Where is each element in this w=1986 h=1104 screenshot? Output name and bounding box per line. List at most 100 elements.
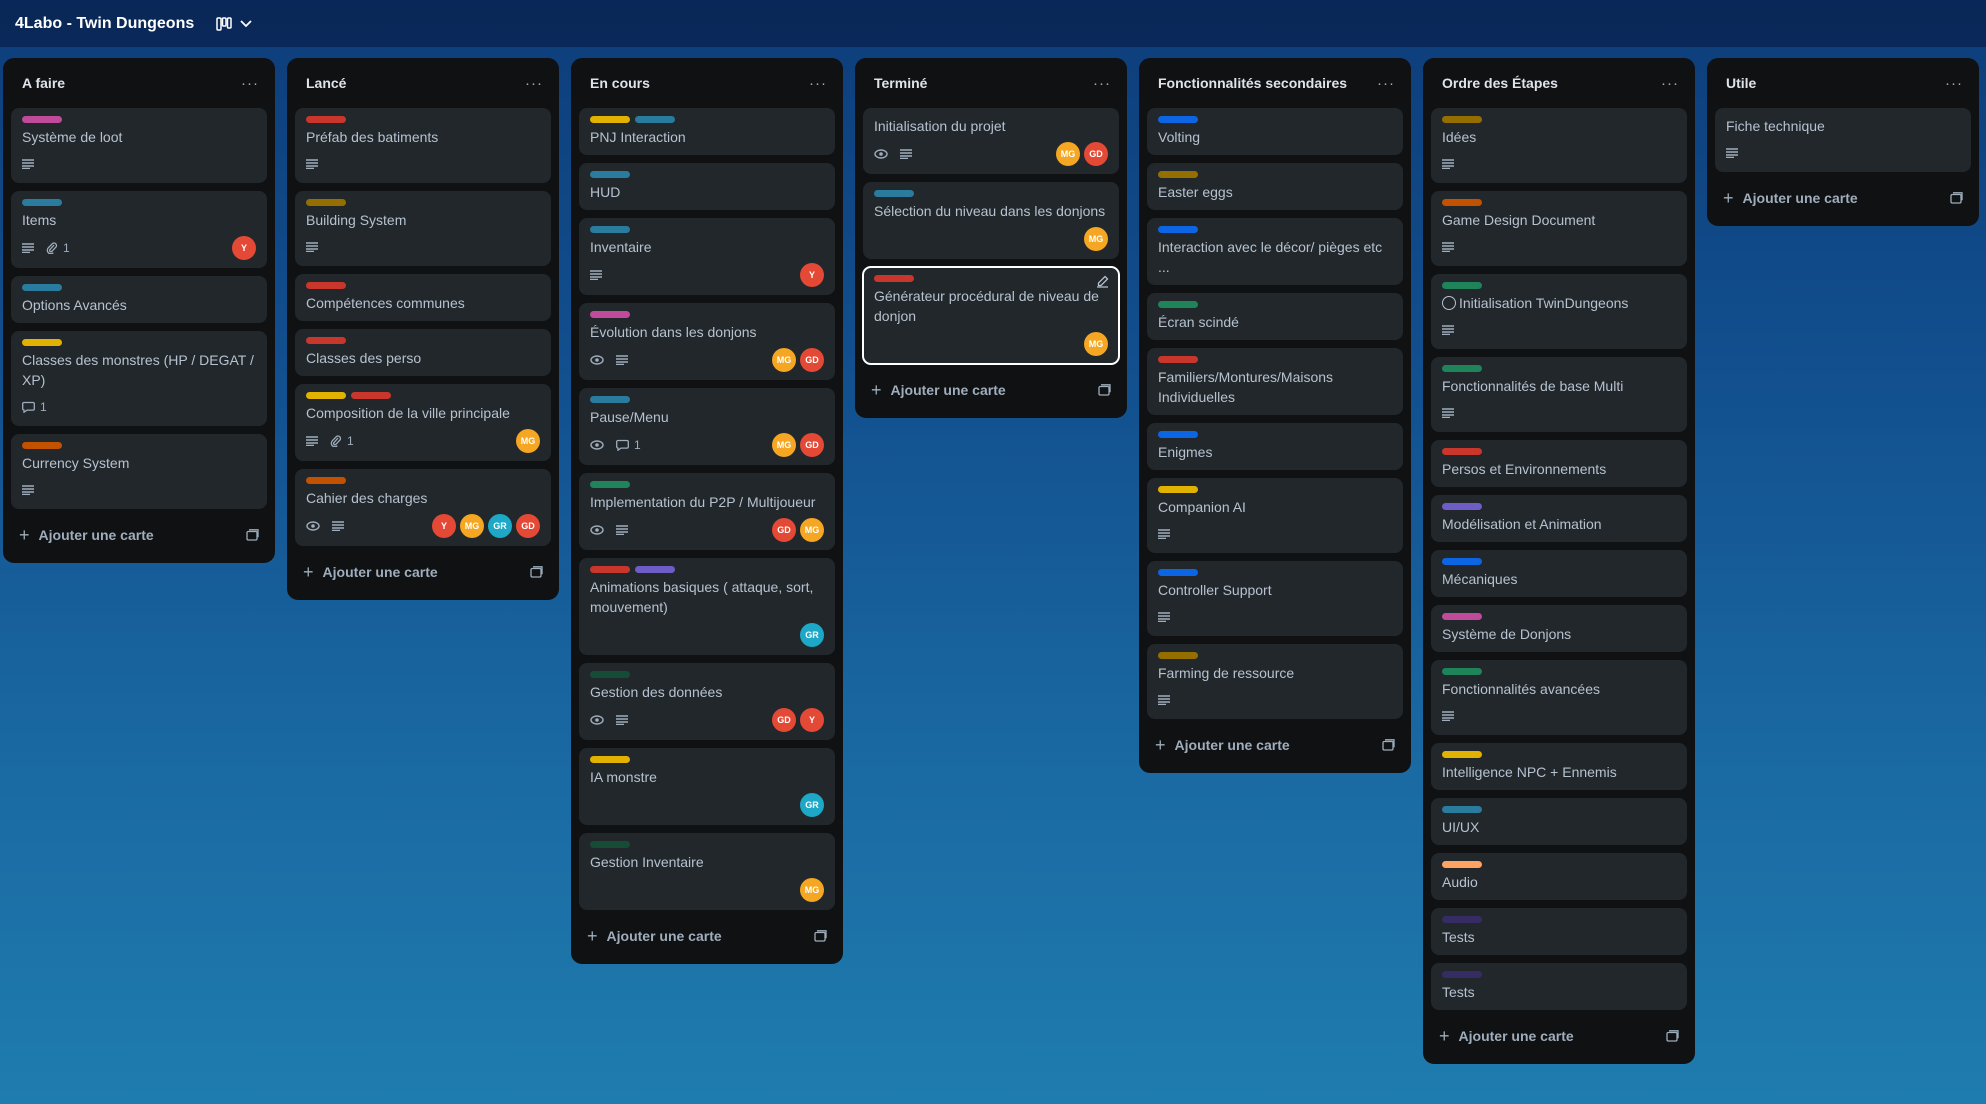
- card[interactable]: Currency System: [11, 434, 267, 509]
- card[interactable]: IA monstre GR: [579, 748, 835, 825]
- card-label[interactable]: [590, 396, 630, 403]
- card-label[interactable]: [1158, 486, 1198, 493]
- card-label[interactable]: [306, 116, 346, 123]
- add-card-button[interactable]: + Ajouter une carte: [295, 554, 551, 590]
- card[interactable]: Familiers/Montures/Maisons Individuelles: [1147, 348, 1403, 415]
- more-options-icon[interactable]: ···: [241, 76, 259, 91]
- card-label[interactable]: [590, 671, 630, 678]
- card[interactable]: Classes des perso: [295, 329, 551, 376]
- card[interactable]: Modélisation et Animation: [1431, 495, 1687, 542]
- add-card-button[interactable]: + Ajouter une carte: [579, 918, 835, 954]
- card-label[interactable]: [635, 566, 675, 573]
- avatar[interactable]: MG: [516, 429, 540, 453]
- card[interactable]: Évolution dans les donjons MG GD: [579, 303, 835, 380]
- more-options-icon[interactable]: ···: [525, 76, 543, 91]
- card[interactable]: Fonctionnalités avancées: [1431, 660, 1687, 735]
- avatar[interactable]: Y: [232, 236, 256, 260]
- add-card-button[interactable]: + Ajouter une carte: [1715, 180, 1971, 216]
- card-label[interactable]: [306, 337, 346, 344]
- card[interactable]: Building System: [295, 191, 551, 266]
- card[interactable]: Companion AI: [1147, 478, 1403, 553]
- card[interactable]: Initialisation du projet MG GD: [863, 108, 1119, 174]
- card-label[interactable]: [1442, 806, 1482, 813]
- card[interactable]: Persos et Environnements: [1431, 440, 1687, 487]
- card-label[interactable]: [351, 392, 391, 399]
- card[interactable]: Implementation du P2P / Multijoueur GD MG: [579, 473, 835, 550]
- card-template-icon[interactable]: [530, 566, 543, 578]
- card[interactable]: Farming de ressource: [1147, 644, 1403, 719]
- card[interactable]: Easter eggs: [1147, 163, 1403, 210]
- add-card-button[interactable]: + Ajouter une carte: [1431, 1018, 1687, 1054]
- list-title[interactable]: A faire: [22, 75, 65, 91]
- avatar[interactable]: MG: [1056, 142, 1080, 166]
- avatar[interactable]: GD: [772, 518, 796, 542]
- card[interactable]: Générateur procédural de niveau de donjo…: [862, 266, 1120, 365]
- card[interactable]: Mécaniques: [1431, 550, 1687, 597]
- list[interactable]: Fonctionnalités secondaires ··· Volting Eas…: [1139, 58, 1411, 773]
- avatar[interactable]: GD: [772, 708, 796, 732]
- card-label[interactable]: [1442, 971, 1482, 978]
- card-label[interactable]: [1158, 116, 1198, 123]
- card-label[interactable]: [22, 339, 62, 346]
- avatar[interactable]: MG: [800, 518, 824, 542]
- card-label[interactable]: [1158, 652, 1198, 659]
- card-label[interactable]: [1442, 116, 1482, 123]
- card[interactable]: Tests: [1431, 908, 1687, 955]
- card[interactable]: Tests: [1431, 963, 1687, 1010]
- card-template-icon[interactable]: [246, 529, 259, 541]
- avatar[interactable]: GD: [1084, 142, 1108, 166]
- card-label[interactable]: [22, 116, 62, 123]
- card-label[interactable]: [1442, 503, 1482, 510]
- card-label[interactable]: [1442, 751, 1482, 758]
- edit-pencil-icon[interactable]: [1096, 275, 1109, 288]
- card-label[interactable]: [1442, 282, 1482, 289]
- card-label[interactable]: [1158, 171, 1198, 178]
- card-label[interactable]: [1442, 668, 1482, 675]
- card-label[interactable]: [306, 392, 346, 399]
- card[interactable]: Compétences communes: [295, 274, 551, 321]
- list-title[interactable]: Terminé: [874, 75, 927, 91]
- more-options-icon[interactable]: ···: [809, 76, 827, 91]
- card[interactable]: Audio: [1431, 853, 1687, 900]
- avatar[interactable]: Y: [800, 708, 824, 732]
- card[interactable]: HUD: [579, 163, 835, 210]
- card-label[interactable]: [590, 566, 630, 573]
- card[interactable]: Items 1 Y: [11, 191, 267, 268]
- card-template-icon[interactable]: [1382, 739, 1395, 751]
- card[interactable]: Inventaire Y: [579, 218, 835, 295]
- more-options-icon[interactable]: ···: [1661, 76, 1679, 91]
- avatar[interactable]: GD: [516, 514, 540, 538]
- add-card-button[interactable]: + Ajouter une carte: [11, 517, 267, 553]
- list-title[interactable]: Fonctionnalités secondaires: [1158, 75, 1347, 91]
- card[interactable]: UI/UX: [1431, 798, 1687, 845]
- card-template-icon[interactable]: [814, 930, 827, 942]
- avatar[interactable]: GR: [800, 623, 824, 647]
- list[interactable]: A faire ··· Système de loot Items 1 Y Options …: [3, 58, 275, 563]
- card[interactable]: Idées: [1431, 108, 1687, 183]
- card-label[interactable]: [1158, 226, 1198, 233]
- card-label[interactable]: [1442, 558, 1482, 565]
- card[interactable]: Préfab des batiments: [295, 108, 551, 183]
- card[interactable]: Options Avancés: [11, 276, 267, 323]
- view-switcher[interactable]: [216, 16, 252, 31]
- card-label[interactable]: [1442, 199, 1482, 206]
- card-label[interactable]: [874, 275, 914, 282]
- card[interactable]: Initialisation TwinDungeons: [1431, 274, 1687, 349]
- card-label[interactable]: [1158, 356, 1198, 363]
- avatar[interactable]: MG: [460, 514, 484, 538]
- card[interactable]: Intelligence NPC + Ennemis: [1431, 743, 1687, 790]
- card[interactable]: Sélection du niveau dans les donjons MG: [863, 182, 1119, 259]
- card[interactable]: Système de Donjons: [1431, 605, 1687, 652]
- more-options-icon[interactable]: ···: [1093, 76, 1111, 91]
- add-card-button[interactable]: + Ajouter une carte: [1147, 727, 1403, 763]
- card[interactable]: Interaction avec le décor/ pièges etc ..…: [1147, 218, 1403, 285]
- card[interactable]: Fiche technique: [1715, 108, 1971, 172]
- board-title[interactable]: 4Labo - Twin Dungeons: [15, 15, 194, 33]
- card-label[interactable]: [1442, 916, 1482, 923]
- card[interactable]: Classes des monstres (HP / DEGAT / XP) 1: [11, 331, 267, 426]
- card-label[interactable]: [1158, 569, 1198, 576]
- avatar[interactable]: Y: [800, 263, 824, 287]
- card[interactable]: Pause/Menu 1 MG GD: [579, 388, 835, 465]
- card-label[interactable]: [1158, 431, 1198, 438]
- card-template-icon[interactable]: [1098, 384, 1111, 396]
